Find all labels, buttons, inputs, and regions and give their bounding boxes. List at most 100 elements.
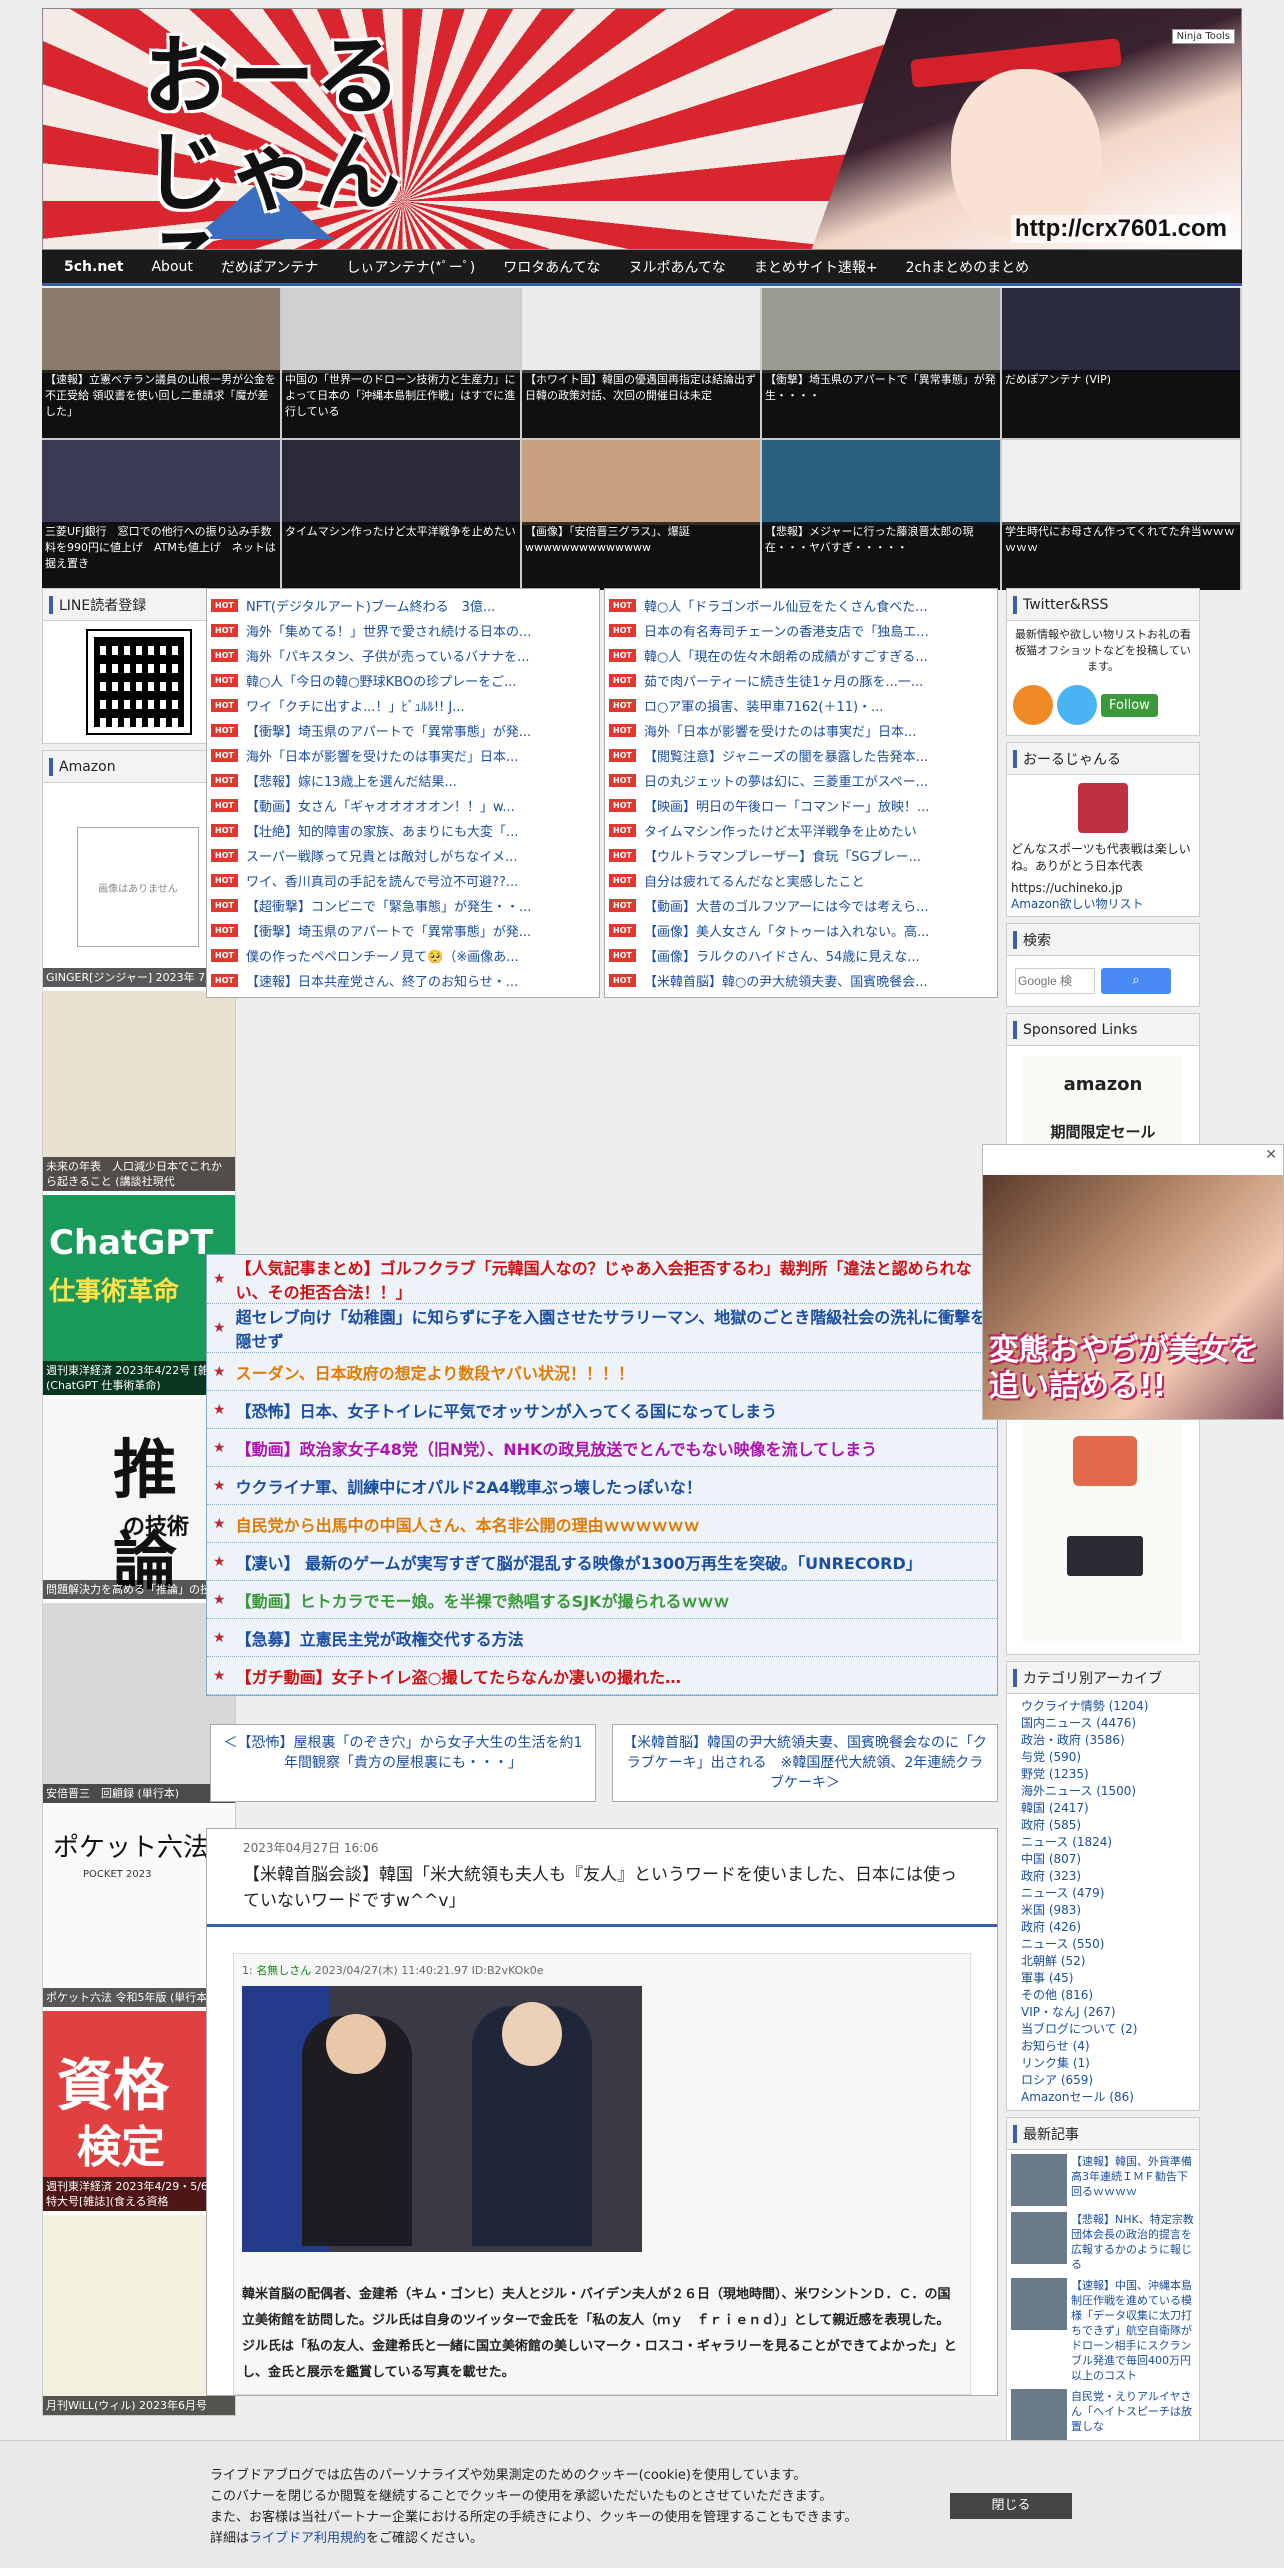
hot-list-item[interactable]: HOT 【動画】大昔のゴルフツアーには今では考えら...	[609, 893, 993, 918]
hot-list-link[interactable]: 韓○人「今日の韓○野球KBOの珍プレーをご...	[246, 671, 517, 690]
category-link[interactable]: 韓国 (2417)	[1021, 1800, 1185, 1817]
hot-list-item[interactable]: HOT 自分は疲れてるんだなと実感したこと	[609, 868, 993, 893]
twitter-icon[interactable]	[1057, 685, 1097, 725]
hot-list-link[interactable]: ロ○ア軍の損害、装甲車7162(＋11)・...	[644, 696, 884, 715]
category-link[interactable]: 当ブログについて (2)	[1021, 2021, 1185, 2038]
ranking-item[interactable]: ★ 超セレブ向け「幼稚園」に知らずに子を入園させたサラリーマン、地獄のごとき階級社…	[207, 1304, 997, 1353]
hot-list-link[interactable]: 日の丸ジェットの夢は幻に、三菱重工がスペー...	[644, 771, 928, 790]
ranking-link[interactable]: 【恐怖】日本、女子トイレに平気でオッサンが入ってくる国になってしまう	[236, 1398, 778, 1422]
hot-list-link[interactable]: 海外「日本が影響を受けたのは事実だ」日本...	[644, 721, 916, 740]
nav-item-nurupo[interactable]: ヌルポあんてな	[615, 257, 740, 277]
category-link[interactable]: その他 (816)	[1021, 1987, 1185, 2004]
hot-list-item[interactable]: HOT スーパー戦隊って兄貴とは敵対しがちなイメ...	[211, 843, 595, 868]
ranking-item[interactable]: ★ 【人気記事まとめ】ゴルフクラブ「元韓国人なの？じゃあ入会拒否するわ」裁判所「違…	[207, 1255, 997, 1304]
category-link[interactable]: 野党 (1235)	[1021, 1766, 1185, 1783]
category-link[interactable]: リンク集 (1)	[1021, 2055, 1185, 2072]
hot-list-item[interactable]: HOT 茹で肉パーティーに続き生徒1ヶ月の豚を...一...	[609, 668, 993, 693]
recent-item[interactable]: 【速報】中国、沖縄本島制圧作戦を進めている模様「データ収集に太刀打ちできず」航空…	[1011, 2278, 1195, 2383]
hot-list-item[interactable]: HOT 海外「日本が影響を受けたのは事実だ」日本...	[609, 718, 993, 743]
hot-list-link[interactable]: 【動画】大昔のゴルフツアーには今では考えら...	[644, 896, 929, 915]
category-link[interactable]: VIP・なんJ (267)	[1021, 2004, 1185, 2021]
antenna-thumb[interactable]: 【衝撃】埼玉県のアパートで「異常事態」が発生・・・・	[762, 288, 1000, 438]
category-link[interactable]: 中国 (807)	[1021, 1851, 1185, 1868]
category-link[interactable]: 与党 (590)	[1021, 1749, 1185, 1766]
hot-list-item[interactable]: HOT 日本の有名寿司チェーンの香港支店で「独島エ...	[609, 618, 993, 643]
ranking-item[interactable]: ★ 自民党から出馬中の中国人さん、本名非公開の理由ｗｗｗｗｗｗ	[207, 1505, 997, 1543]
category-link[interactable]: Amazonセール (86)	[1021, 2089, 1185, 2106]
category-link[interactable]: 軍事 (45)	[1021, 1970, 1185, 1987]
hot-list-item[interactable]: HOT ロ○ア軍の損害、装甲車7162(＋11)・...	[609, 693, 993, 718]
hot-list-link[interactable]: 海外「集めてる！」世界で愛され続ける日本の...	[246, 621, 531, 640]
hot-list-link[interactable]: 【動画】女さん「ギャオオオオオン！！」w...	[246, 796, 515, 815]
hot-list-link[interactable]: 【衝撃】埼玉県のアパートで「異常事態」が発...	[246, 921, 531, 940]
ranking-item[interactable]: ★ ウクライナ軍、訓練中にオパルド2A4戦車ぶっ壊したっぽいな！	[207, 1467, 997, 1505]
hot-list-link[interactable]: 日本の有名寿司チェーンの香港支店で「独島エ...	[644, 621, 929, 640]
close-icon[interactable]: ✕	[1265, 1147, 1277, 1163]
ranking-item[interactable]: ★ 【ガチ動画】女子トイレ盗○撮してたらなんか凄いの撮れた…	[207, 1657, 997, 1695]
hot-list-item[interactable]: HOT 【壮絶】知的障害の家族、あまりにも大変「...	[211, 818, 595, 843]
recent-link[interactable]: 自民党・えりアルイヤさん「ヘイトスピーチは放置しな	[1071, 2389, 1195, 2441]
floating-ad[interactable]: ✕ 変態おやぢが美女を追い詰める!!	[982, 1144, 1284, 1420]
hot-list-link[interactable]: 海外「パキスタン、子供が売っているバナナを...	[246, 646, 530, 665]
hot-list-item[interactable]: HOT タイムマシン作ったけど太平洋戦争を止めたい	[609, 818, 993, 843]
ranking-link[interactable]: 超セレブ向け「幼稚園」に知らずに子を入園させたサラリーマン、地獄のごとき階級社会…	[236, 1304, 997, 1352]
category-link[interactable]: 海外ニュース (1500)	[1021, 1783, 1185, 1800]
recent-item[interactable]: 【速報】韓国、外貨準備高3年連続ＩＭＦ勧告下回るｗｗｗｗ	[1011, 2154, 1195, 2206]
hot-list-link[interactable]: ワイ「クチに出すよ...！」ﾋﾞｭﾙﾙ!! J...	[246, 696, 465, 715]
hot-list-link[interactable]: 【映画】明日の午後ロー「コマンドー」放映！...	[644, 796, 929, 815]
hot-list-link[interactable]: 【米韓首脳】韓○の尹大統領夫妻、国賓晩餐会...	[644, 971, 928, 990]
next-article-link[interactable]: 【米韓首脳】韓国の尹大統領夫妻、国賓晩餐会なのに「クラブケーキ」出される ※韓国…	[612, 1724, 998, 1802]
recent-link[interactable]: 【悲報】NHK、特定宗教団体会長の政治的提言を広報するかのように報じる	[1071, 2212, 1195, 2272]
category-link[interactable]: お知らせ (4)	[1021, 2038, 1185, 2055]
antenna-thumb[interactable]: 中国の「世界一のドローン技術力と生産力」によって日本の「沖縄本島制圧作戦」はすで…	[282, 288, 520, 438]
hot-list-link[interactable]: 韓○人「現在の佐々木朗希の成績がすごすぎる...	[644, 646, 928, 665]
ranking-item[interactable]: ★ 【動画】ヒトカラでモー娘。を半裸で熱唱するSJKが撮られるｗｗｗ	[207, 1581, 997, 1619]
hot-list-link[interactable]: 【画像】美人女さん「タトゥーは入れない。高...	[644, 921, 929, 940]
nav-item-2ch-matome[interactable]: 2chまとめのまとめ	[892, 257, 1043, 277]
hot-list-item[interactable]: HOT 韓○人「現在の佐々木朗希の成績がすごすぎる...	[609, 643, 993, 668]
terms-link[interactable]: ライブドア利用規約	[249, 2531, 366, 2546]
hot-list-item[interactable]: HOT ワイ、香川真司の手記を読んで号泣不可避??...	[211, 868, 595, 893]
antenna-thumb[interactable]: 【速報】立憲ベテラン議員の山根一男が公金を不正受給 領収書を使い回し二重請求「魔…	[42, 288, 280, 438]
nav-item-matome-sokuho[interactable]: まとめサイト速報+	[740, 257, 892, 277]
hot-list-item[interactable]: HOT 海外「集めてる！」世界で愛され続ける日本の...	[211, 618, 595, 643]
hot-list-item[interactable]: HOT 【映画】明日の午後ロー「コマンドー」放映！...	[609, 793, 993, 818]
prev-article-link[interactable]: ＜【恐怖】屋根裏「のぞき穴」から女子大生の生活を約1年間観察「貴方の屋根裏にも・…	[210, 1724, 596, 1802]
ranking-link[interactable]: 【動画】ヒトカラでモー娘。を半裸で熱唱するSJKが撮られるｗｗｗ	[236, 1588, 730, 1612]
ranking-item[interactable]: ★ 【動画】政治家女子48党（旧N党）、NHKの政見放送でとんでもない映像を流して…	[207, 1429, 997, 1467]
article-photo[interactable]	[242, 1986, 642, 2252]
hot-list-item[interactable]: HOT 【閲覧注意】ジャニーズの闇を暴露した告発本...	[609, 743, 993, 768]
nav-item-shii[interactable]: しぃアンテナ(*ﾟーﾟ)	[332, 257, 489, 277]
ranking-item[interactable]: ★ スーダン、日本政府の想定より数段ヤバい状況！！！！	[207, 1353, 997, 1391]
hot-list-link[interactable]: 韓○人「ドラゴンボール仙豆をたくさん食べた...	[644, 596, 928, 615]
hot-list-link[interactable]: 【閲覧注意】ジャニーズの闇を暴露した告発本...	[644, 746, 928, 765]
hot-list-item[interactable]: HOT NFT(デジタルアート)ブーム終わる 3億...	[211, 593, 595, 618]
category-link[interactable]: ウクライナ情勢 (1204)	[1021, 1698, 1185, 1715]
recent-item[interactable]: 【悲報】NHK、特定宗教団体会長の政治的提言を広報するかのように報じる	[1011, 2212, 1195, 2272]
ranking-link[interactable]: 【凄い】 最新のゲームが実写すぎて脳が混乱する映像が1300万再生を突破。「UN…	[236, 1550, 922, 1574]
category-link[interactable]: 国内ニュース (4476)	[1021, 1715, 1185, 1732]
antenna-thumb[interactable]: 【画像】「安倍晋三グラス」、爆誕wwwwwwwwwwwwww	[522, 440, 760, 590]
ranking-link[interactable]: ウクライナ軍、訓練中にオパルド2A4戦車ぶっ壊したっぽいな！	[236, 1474, 702, 1498]
hot-list-item[interactable]: HOT 海外「日本が影響を受けたのは事実だ」日本...	[211, 743, 595, 768]
hot-list-link[interactable]: 【超衝撃】コンビニで「緊急事態」が発生・・...	[246, 896, 531, 915]
category-link[interactable]: 政府 (426)	[1021, 1919, 1185, 1936]
recent-item[interactable]: 自民党・えりアルイヤさん「ヘイトスピーチは放置しな	[1011, 2389, 1195, 2441]
rss-icon[interactable]	[1013, 685, 1053, 725]
site-logo[interactable]: おーる じゃんる	[143, 29, 463, 249]
ranking-item[interactable]: ★ 【凄い】 最新のゲームが実写すぎて脳が混乱する映像が1300万再生を突破。「U…	[207, 1543, 997, 1581]
hot-list-item[interactable]: HOT 僕の作ったペペロンチーノ見て🥺（※画像あ...	[211, 943, 595, 968]
hot-list-link[interactable]: 【速報】日本共産党さん、終了のお知らせ・...	[246, 971, 518, 990]
ninja-tools-badge[interactable]: Ninja Tools	[1171, 29, 1235, 44]
category-link[interactable]: 政治・政府 (3586)	[1021, 1732, 1185, 1749]
hot-list-link[interactable]: 海外「日本が影響を受けたのは事実だ」日本...	[246, 746, 518, 765]
category-link[interactable]: ロシア (659)	[1021, 2072, 1185, 2089]
hot-list-item[interactable]: HOT 【速報】日本共産党さん、終了のお知らせ・...	[211, 968, 595, 993]
ranking-link[interactable]: スーダン、日本政府の想定より数段ヤバい状況！！！！	[236, 1360, 634, 1384]
hot-list-link[interactable]: 茹で肉パーティーに続き生徒1ヶ月の豚を...一...	[644, 671, 923, 690]
antenna-thumb[interactable]: 【悲報】メジャーに行った藤浪晋太郎の現在・・・ヤバすぎ・・・・・	[762, 440, 1000, 590]
hot-list-link[interactable]: 【ウルトラマンブレーザー】食玩「SGブレー...	[644, 846, 921, 865]
hot-list-link[interactable]: 【画像】ラルクのハイドさん、54歳に見えな...	[644, 946, 920, 965]
hot-list-link[interactable]: 【衝撃】埼玉県のアパートで「異常事態」が発...	[246, 721, 531, 740]
site-header-banner[interactable]: おーる じゃんる Ninja Tools http://crx7601.com	[42, 8, 1242, 250]
